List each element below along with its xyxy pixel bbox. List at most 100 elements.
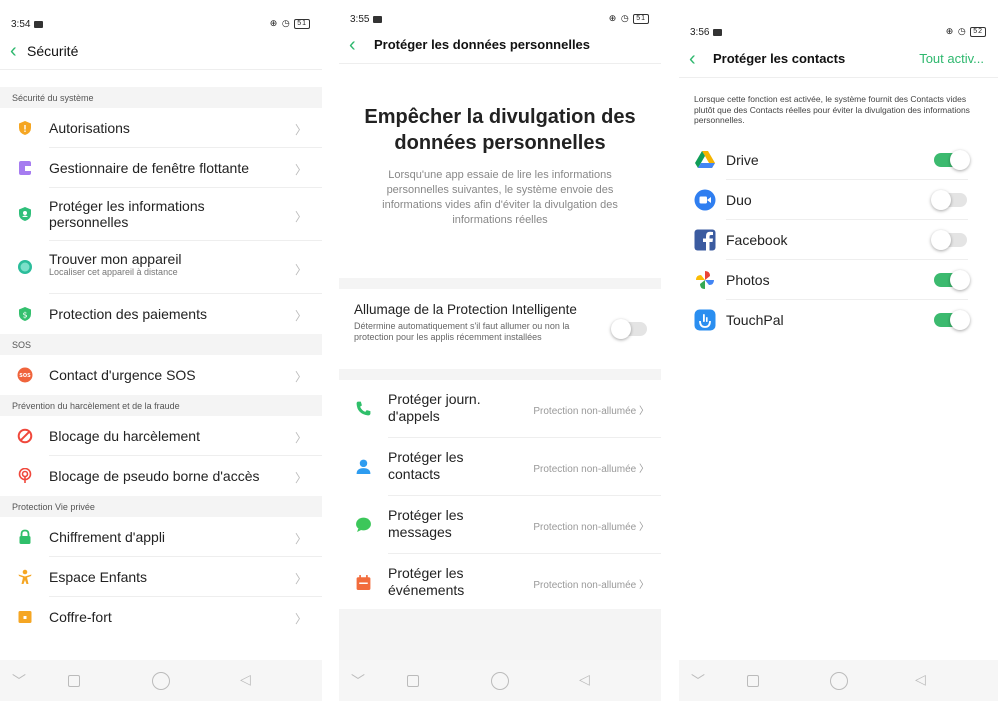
item-label: Chiffrement d'appli — [49, 529, 166, 545]
security-screen: 3:54 ⊕ ◷ 51 ‹ Sécurité Sécurité du systè… — [0, 0, 322, 701]
back-arrow-icon[interactable]: ‹ — [349, 34, 356, 56]
status-bar: 3:54 ⊕ ◷ 51 — [0, 0, 322, 38]
item-label: Espace Enfants — [49, 569, 148, 585]
chevron-down-icon[interactable]: ﹀ — [12, 671, 26, 691]
chevron-down-icon[interactable]: ﹀ — [691, 671, 705, 691]
app-bar: ‹ Sécurité — [0, 38, 322, 70]
home-button[interactable] — [491, 672, 509, 690]
recents-button[interactable] — [407, 675, 419, 687]
status-time: 3:55 — [350, 14, 370, 25]
chevron-right-icon: 〉 — [294, 612, 307, 626]
settings-item-app-encryption[interactable]: Chiffrement d'appli 〉 — [0, 517, 322, 557]
sos-icon: SOS — [17, 367, 33, 383]
chevron-right-icon: 〉 — [294, 210, 307, 224]
hero-text: Lorsqu'une app essaie de lire les inform… — [382, 169, 618, 226]
recents-button[interactable] — [68, 675, 80, 687]
navigation-bar: ﹀ ◁ — [339, 660, 661, 701]
item-label: Blocage du harcèlement — [49, 428, 200, 444]
payment-shield-icon: $ — [19, 307, 31, 321]
notification-icon — [713, 28, 723, 36]
drive-icon — [695, 151, 715, 168]
chevron-right-icon: 〉 — [294, 309, 307, 323]
photos-icon — [696, 271, 714, 289]
item-label: Coffre-fort — [49, 609, 112, 625]
personal-data-screen: 3:55 ⊕ ◷ 51 ‹ Protéger les données perso… — [339, 0, 661, 701]
page-title: Protéger les données personnelles — [374, 37, 591, 52]
app-row-photos[interactable]: Photos — [679, 260, 998, 300]
message-icon — [356, 517, 371, 532]
home-button[interactable] — [152, 672, 170, 690]
settings-item-sos[interactable]: SOS Contact d'urgence SOS 〉 — [0, 355, 322, 395]
chevron-right-icon: 〉 — [294, 532, 307, 546]
chevron-right-icon: 〉 — [294, 263, 307, 277]
app-row-duo[interactable]: Duo — [679, 180, 998, 220]
back-arrow-icon[interactable]: ‹ — [10, 40, 17, 62]
protection-status: Protection non-allumée — [533, 580, 637, 591]
chevron-right-icon: 〉 — [639, 522, 649, 533]
back-button[interactable]: ◁ — [915, 671, 926, 688]
home-button[interactable] — [830, 672, 848, 690]
smart-protection-desc: Détermine automatiquement s'il faut allu… — [354, 321, 570, 342]
protect-events-row[interactable]: Protéger les événements Protection non-a… — [339, 554, 661, 612]
battery-icon: 51 — [633, 13, 649, 24]
app-row-drive[interactable]: Drive — [679, 140, 998, 180]
chevron-right-icon: 〉 — [639, 580, 649, 591]
touchpal-toggle[interactable] — [934, 310, 970, 330]
drive-toggle[interactable] — [934, 150, 970, 170]
settings-item-personal-info[interactable]: Protéger les informations personnelles 〉 — [0, 188, 322, 241]
item-label: Gestionnaire de fenêtre flottante — [49, 160, 250, 176]
status-icons: ⊕ ◷ 51 — [609, 13, 649, 24]
settings-item-floating-window[interactable]: Gestionnaire de fenêtre flottante 〉 — [0, 148, 322, 188]
back-button[interactable]: ◁ — [579, 671, 590, 688]
back-arrow-icon[interactable]: ‹ — [689, 48, 696, 70]
settings-item-payment-protection[interactable]: $ Protection des paiements 〉 — [0, 294, 322, 334]
notification-icon — [34, 20, 44, 28]
hero-title: Empêcher la divulgation des données pers… — [364, 106, 636, 154]
app-bar: ‹ Protéger les contacts Tout activ... — [679, 46, 998, 78]
section-header: Protection Vie privée — [0, 496, 322, 517]
safe-icon — [18, 611, 32, 623]
settings-item-safe[interactable]: Coffre-fort 〉 — [0, 597, 322, 637]
settings-item-harassment-block[interactable]: Blocage du harcèlement 〉 — [0, 416, 322, 456]
smart-protection-toggle[interactable] — [611, 319, 647, 339]
protect-messages-row[interactable]: Protéger les messages Protection non-all… — [339, 496, 661, 554]
item-label: Protection des paiements — [49, 306, 207, 322]
smart-protection-row[interactable]: Allumage de la Protection Intelligente D… — [339, 289, 661, 369]
settings-item-hotspot-block[interactable]: Blocage de pseudo borne d'accès 〉 — [0, 456, 322, 496]
svg-text:SOS: SOS — [19, 373, 31, 379]
facebook-toggle[interactable] — [931, 230, 967, 250]
protection-status: Protection non-allumée — [533, 522, 637, 533]
notification-icon — [373, 15, 383, 23]
calendar-icon — [356, 575, 371, 590]
protect-contacts-row[interactable]: Protéger les contacts Protection non-all… — [339, 438, 661, 496]
privacy-shield-icon — [19, 207, 31, 221]
recents-button[interactable] — [747, 675, 759, 687]
item-label: Autorisations — [49, 120, 130, 136]
chevron-right-icon: 〉 — [294, 123, 307, 137]
chevron-down-icon[interactable]: ﹀ — [351, 671, 365, 691]
chevron-right-icon: 〉 — [639, 464, 649, 475]
enable-all-button[interactable]: Tout activ... — [919, 51, 984, 66]
settings-item-autorisations[interactable]: Autorisations 〉 — [0, 108, 322, 148]
duo-icon — [694, 189, 716, 211]
duo-toggle[interactable] — [931, 190, 967, 210]
back-button[interactable]: ◁ — [240, 671, 251, 688]
status-time: 3:56 — [690, 27, 710, 38]
app-label: TouchPal — [726, 312, 784, 328]
shield-icon — [19, 121, 31, 135]
status-bar: 3:56 ⊕ ◷ 52 — [679, 0, 998, 38]
photos-toggle[interactable] — [934, 270, 970, 290]
status-icons: ⊕ ◷ 52 — [946, 26, 986, 37]
smart-protection-title: Allumage de la Protection Intelligente — [354, 302, 577, 317]
status-time: 3:54 — [11, 19, 31, 30]
chevron-right-icon: 〉 — [294, 370, 307, 384]
item-label: Trouver mon appareil — [49, 251, 182, 267]
settings-item-find-device[interactable]: Trouver mon appareil Localiser cet appare… — [0, 241, 322, 294]
app-label: Facebook — [726, 232, 788, 248]
protect-call-log-row[interactable]: Protéger journ. d'appels Protection non-… — [339, 380, 661, 438]
app-row-touchpal[interactable]: TouchPal — [679, 300, 998, 340]
settings-item-kids-space[interactable]: Espace Enfants 〉 — [0, 557, 322, 597]
section-header: Sécurité du système — [0, 87, 322, 108]
section-header: SOS — [0, 334, 322, 355]
app-row-facebook[interactable]: Facebook — [679, 220, 998, 260]
